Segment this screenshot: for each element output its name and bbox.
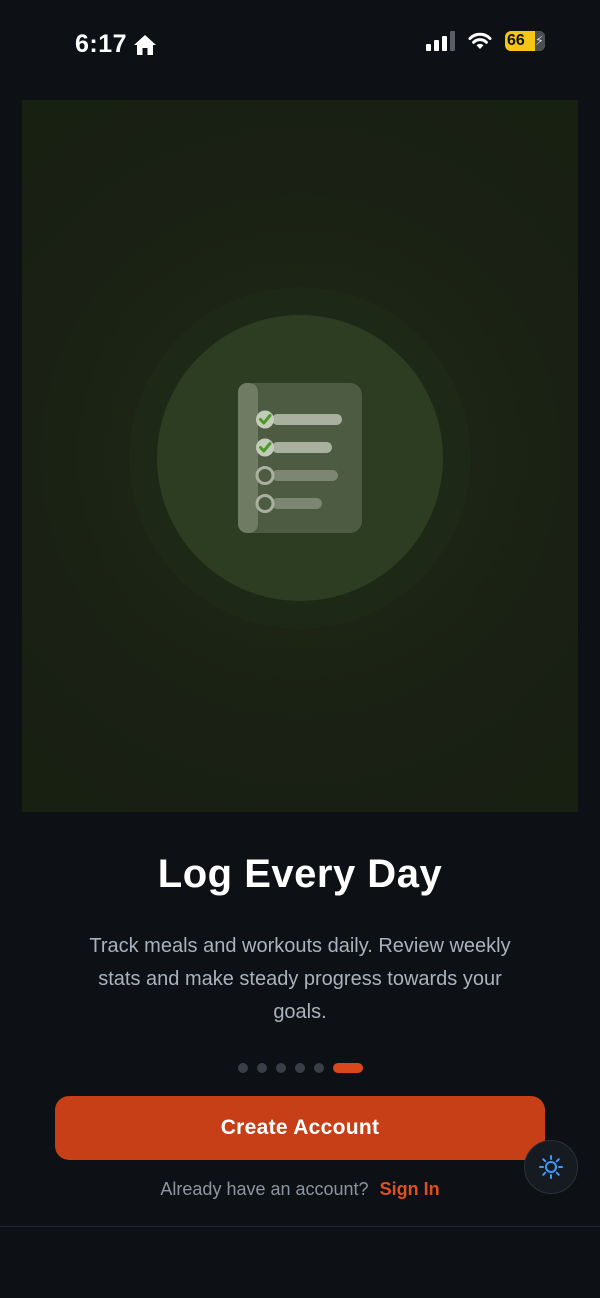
page-dot[interactable] — [313, 1063, 324, 1073]
create-account-button[interactable]: Create Account — [55, 1096, 545, 1160]
time-text: 6:17 — [75, 30, 128, 58]
bottom-divider — [0, 1226, 600, 1227]
wifi-icon — [468, 32, 492, 49]
page-subtitle: Track meals and workouts daily. Review w… — [89, 935, 511, 1023]
page-dot[interactable] — [294, 1063, 305, 1073]
page-dot-active[interactable] — [332, 1063, 363, 1073]
battery-level: 66 — [507, 32, 525, 49]
status-icons: 66 ⚡ — [426, 31, 545, 51]
already-have-account-text: Already have an account? — [160, 1179, 369, 1199]
page-indicator[interactable] — [0, 1063, 600, 1073]
sign-in-prompt: Already have an account? Sign In — [0, 1179, 600, 1200]
page-dot[interactable] — [275, 1063, 286, 1073]
page-dot[interactable] — [256, 1063, 267, 1073]
sign-in-link[interactable]: Sign In — [380, 1179, 440, 1199]
theme-toggle-button[interactable] — [524, 1140, 578, 1194]
onboarding-illustration — [22, 100, 578, 812]
checklist-icon — [238, 383, 362, 533]
status-bar: 6:17 66 ⚡ — [0, 0, 600, 90]
home-icon — [134, 34, 157, 55]
cellular-signal-icon — [426, 31, 455, 51]
status-time: 6:17 — [75, 30, 157, 59]
battery-icon: 66 ⚡ — [505, 31, 545, 51]
sun-icon — [539, 1155, 563, 1179]
page-dot[interactable] — [237, 1063, 248, 1073]
page-title: Log Every Day — [157, 852, 443, 896]
